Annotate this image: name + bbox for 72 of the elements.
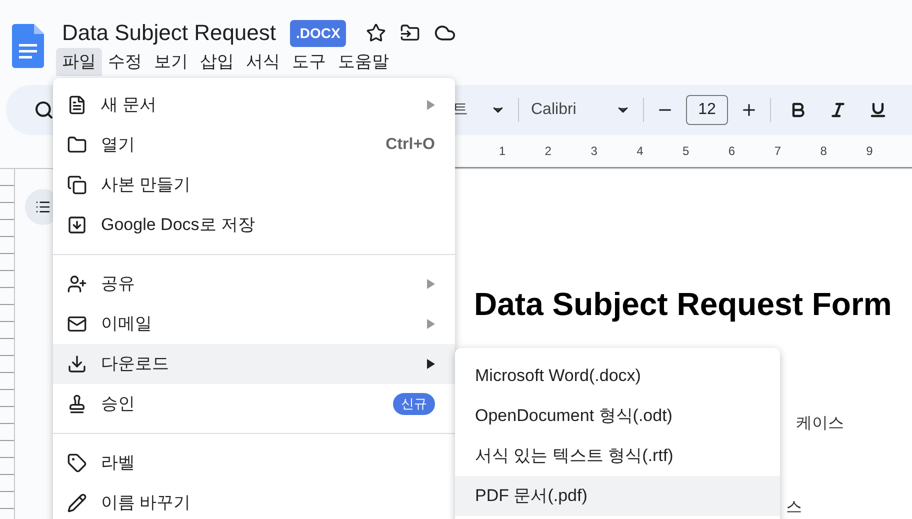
menu-item[interactable]: Google Docs로 저장 bbox=[53, 205, 455, 245]
pencil-icon bbox=[67, 493, 87, 513]
menu-item[interactable]: Microsoft Word(.docx) bbox=[455, 356, 780, 396]
list-icon bbox=[35, 199, 51, 215]
download-icon bbox=[67, 354, 87, 374]
menu-bar-item[interactable]: 수정 bbox=[102, 48, 148, 76]
menu-item[interactable]: 서식 있는 텍스트 형식(.rtf) bbox=[455, 436, 780, 476]
shortcut-text: Ctrl+O bbox=[386, 135, 435, 155]
ruler-number: 9 bbox=[866, 143, 874, 160]
menu-item[interactable]: OpenDocument 형식(.odt) bbox=[455, 396, 780, 436]
ruler-number: 1 bbox=[498, 143, 507, 160]
menu-item[interactable]: 라벨 bbox=[53, 443, 455, 483]
menu-bar-item[interactable]: 서식 bbox=[240, 48, 286, 76]
star-icon[interactable] bbox=[366, 23, 386, 43]
submenu-arrow-icon bbox=[427, 279, 435, 289]
stamp-icon bbox=[67, 394, 87, 414]
menu-item[interactable]: 사본 만들기 bbox=[53, 165, 455, 205]
ruler-number: 8 bbox=[820, 143, 828, 160]
document-text: 스 bbox=[786, 498, 802, 518]
copy-icon bbox=[67, 175, 87, 195]
menu-bar-item[interactable]: 파일 bbox=[56, 48, 102, 76]
person-add-icon bbox=[67, 274, 87, 294]
font-size-field[interactable]: 12 bbox=[686, 95, 728, 125]
menu-item-label: 다운로드 bbox=[101, 353, 170, 376]
underline-icon[interactable] bbox=[869, 101, 887, 119]
menu-item-label: 열기 bbox=[101, 134, 136, 156]
menu-item[interactable]: 열기 Ctrl+O bbox=[53, 125, 455, 165]
font-selector[interactable]: Calibri bbox=[531, 98, 611, 122]
submenu-arrow-icon bbox=[427, 319, 435, 329]
submenu-arrow-icon bbox=[427, 359, 435, 369]
menu-item[interactable]: 이름 바꾸기 bbox=[53, 483, 455, 519]
style-selector[interactable]: 트 bbox=[452, 98, 468, 122]
document-text: 케이스 bbox=[796, 414, 844, 434]
menu-item-label: 공유 bbox=[101, 273, 136, 296]
docs-logo-icon[interactable] bbox=[12, 24, 44, 68]
menu-item[interactable]: 다운로드 bbox=[53, 344, 455, 384]
save-download-icon bbox=[67, 215, 87, 235]
menu-item-label: 새 문서 bbox=[101, 94, 158, 116]
new-badge: 신규 bbox=[393, 393, 435, 415]
menu-bar-item[interactable]: 도구 bbox=[286, 48, 332, 76]
ruler-number: 7 bbox=[774, 143, 782, 160]
document-title[interactable]: Data Subject Request bbox=[62, 22, 276, 44]
document-icon bbox=[67, 95, 87, 115]
menu-item[interactable]: PDF 문서(.pdf) bbox=[455, 476, 780, 516]
menu-bar-item[interactable]: 도움말 bbox=[332, 48, 395, 76]
menu-bar-item[interactable]: 삽입 bbox=[194, 48, 240, 76]
ruler-number: 2 bbox=[544, 143, 552, 160]
menu-item[interactable]: 이메일 bbox=[53, 304, 455, 344]
menu-item-label: 이름 바꾸기 bbox=[101, 492, 192, 514]
folder-move-icon[interactable] bbox=[400, 23, 420, 43]
increase-size-icon[interactable] bbox=[740, 101, 758, 119]
label-icon bbox=[67, 453, 87, 473]
menu-item[interactable]: 공유 bbox=[53, 264, 455, 304]
menu-item[interactable]: 새 문서 bbox=[53, 85, 455, 125]
italic-icon[interactable] bbox=[829, 101, 847, 119]
ruler-number: 4 bbox=[636, 143, 644, 160]
mail-icon bbox=[67, 314, 87, 334]
menu-bar-item[interactable]: 보기 bbox=[148, 48, 194, 76]
menu-item-label: 승인 bbox=[101, 393, 136, 416]
menu-item-label: 사본 만들기 bbox=[101, 174, 192, 196]
menu-item[interactable]: 승인 신규 bbox=[53, 384, 455, 424]
menu-item-label: 이메일 bbox=[101, 313, 153, 336]
ruler-number: 5 bbox=[682, 143, 690, 160]
folder-icon bbox=[67, 135, 87, 155]
menu-item-label: 라벨 bbox=[101, 452, 136, 474]
ruler-number: 3 bbox=[590, 143, 598, 160]
ruler-number: 6 bbox=[728, 143, 736, 160]
document-heading: Data Subject Request Form bbox=[474, 285, 893, 324]
search-icon[interactable] bbox=[34, 100, 54, 120]
menu-item-label: Google Docs로 저장 bbox=[101, 214, 256, 236]
submenu-arrow-icon bbox=[427, 100, 435, 110]
file-type-badge: .DOCX bbox=[290, 20, 346, 46]
